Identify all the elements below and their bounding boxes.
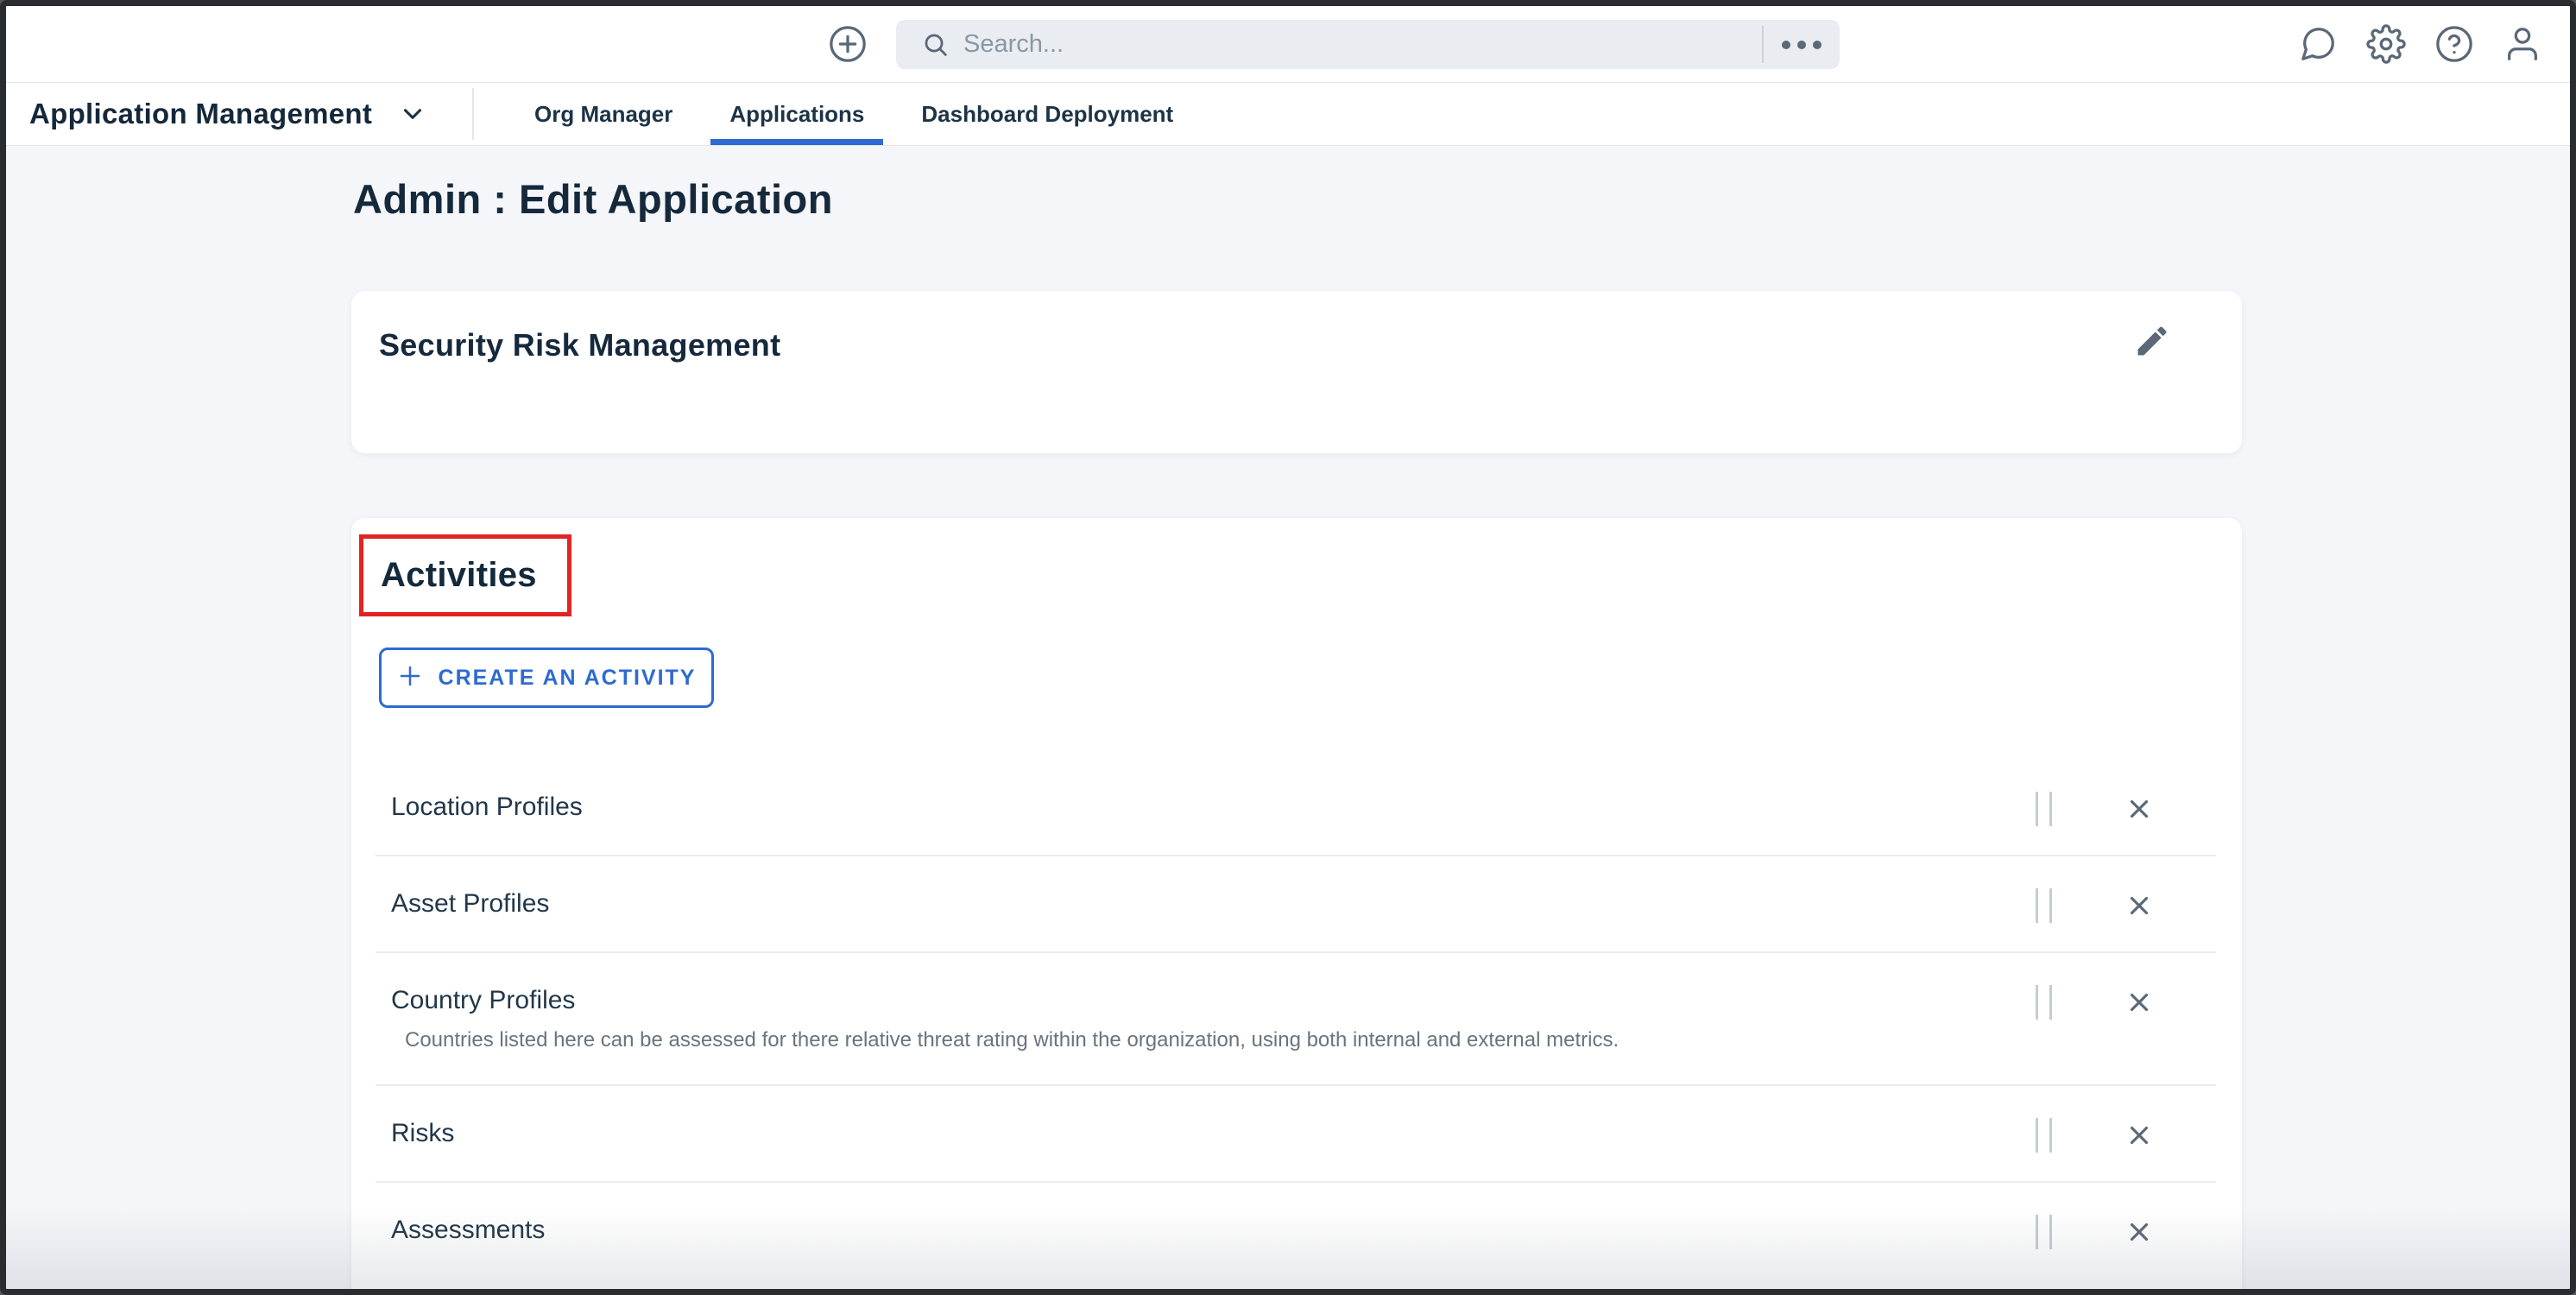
app-window: Application Management Org Manager Appli… [0, 0, 2576, 1295]
search-icon [922, 31, 950, 59]
messages-icon[interactable] [2298, 24, 2338, 64]
plus-icon [397, 663, 423, 693]
nav-divider [472, 88, 474, 140]
remove-icon[interactable] [2125, 891, 2154, 920]
drag-handle-icon[interactable] [2036, 985, 2052, 1020]
activity-row-assessments: Assessments [376, 1183, 2216, 1278]
activity-label: Assessments [391, 1214, 2026, 1247]
nav-tabs: Org Manager Applications Dashboard Deplo… [496, 83, 1192, 145]
activities-card: Activities CREATE AN ACTIVITY Location P… [351, 518, 2242, 1295]
activity-row-location-profiles: Location Profiles [376, 760, 2216, 856]
app-context-switcher[interactable]: Application Management [29, 83, 427, 145]
application-name: Security Risk Management [379, 327, 780, 363]
activities-heading: Activities [381, 556, 537, 595]
help-icon[interactable] [2434, 24, 2474, 64]
activity-description: Countries listed here can be assessed fo… [405, 1027, 2026, 1053]
drag-handle-icon[interactable] [2036, 888, 2052, 923]
app-context-label: Application Management [29, 98, 372, 130]
remove-icon[interactable] [2125, 1217, 2154, 1247]
app-switcher-chevron-icon [398, 99, 427, 129]
page-title: Admin : Edit Application [353, 175, 833, 223]
activity-row-risks: Risks [376, 1086, 2216, 1183]
annotation-highlight-box: Activities [359, 534, 571, 616]
more-options-icon[interactable] [1764, 36, 1840, 54]
top-bar [6, 6, 2570, 83]
drag-handle-icon[interactable] [2036, 792, 2052, 826]
drag-handle-icon[interactable] [2036, 1215, 2052, 1249]
tab-applications[interactable]: Applications [710, 83, 883, 145]
account-icon[interactable] [2503, 24, 2542, 64]
create-activity-label: CREATE AN ACTIVITY [439, 666, 697, 691]
tab-dashboard-deployment[interactable]: Dashboard Deployment [902, 83, 1192, 145]
search-input[interactable] [962, 29, 1762, 60]
edit-icon[interactable] [2133, 322, 2171, 360]
global-search [896, 20, 1840, 69]
activity-list: Location Profiles Asset Profiles [376, 760, 2216, 1278]
activity-row-country-profiles: Country Profiles Countries listed here c… [376, 953, 2216, 1086]
activity-label: Asset Profiles [391, 888, 2026, 920]
remove-icon[interactable] [2125, 1121, 2154, 1150]
tab-org-manager[interactable]: Org Manager [515, 83, 691, 145]
activity-label: Country Profiles [391, 984, 2026, 1017]
activity-label: Location Profiles [391, 791, 2026, 824]
add-icon[interactable] [828, 24, 868, 64]
create-activity-button[interactable]: CREATE AN ACTIVITY [379, 648, 714, 708]
remove-icon[interactable] [2125, 988, 2154, 1017]
drag-handle-icon[interactable] [2036, 1118, 2052, 1153]
application-card: Security Risk Management [351, 291, 2242, 453]
settings-icon[interactable] [2366, 24, 2406, 64]
top-bar-actions [2298, 24, 2542, 64]
activity-row-asset-profiles: Asset Profiles [376, 856, 2216, 953]
nav-bar: Application Management Org Manager Appli… [6, 83, 2570, 146]
activity-label: Risks [391, 1117, 2026, 1150]
remove-icon[interactable] [2125, 794, 2154, 824]
